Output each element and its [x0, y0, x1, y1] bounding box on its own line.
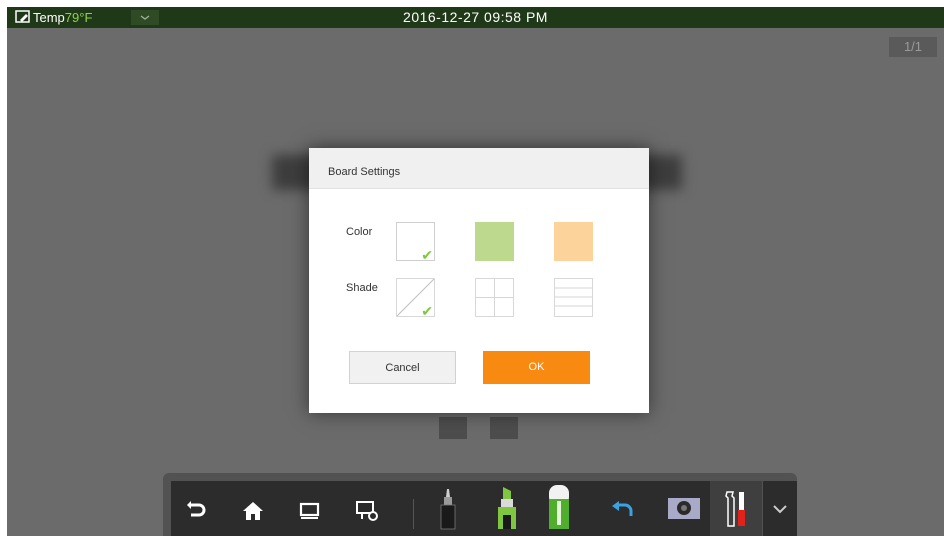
board-settings-dialog: Board Settings Color ✔ Shade ✔ Cancel OK	[309, 148, 649, 413]
bottom-toolbar	[163, 473, 797, 536]
eraser-icon[interactable]	[547, 483, 571, 531]
page-indicator[interactable]: 1/1	[889, 37, 937, 57]
shade-lines-option[interactable]	[554, 278, 593, 317]
grid-icon	[476, 279, 513, 316]
prev-page-arrow	[439, 417, 467, 439]
shade-diagonal-option[interactable]: ✔	[396, 278, 435, 319]
color-orange-swatch[interactable]	[554, 222, 593, 261]
dialog-title: Board Settings	[328, 166, 401, 178]
home-icon[interactable]	[242, 501, 264, 521]
screen-icon[interactable]	[299, 501, 321, 521]
dialog-header: Board Settings	[309, 148, 649, 189]
check-icon: ✔	[421, 303, 433, 319]
pen-icon[interactable]	[439, 487, 457, 531]
color-label: Color	[346, 226, 373, 238]
toolbar-divider	[413, 499, 414, 529]
shade-label: Shade	[346, 282, 378, 294]
toolbar-tools	[171, 481, 710, 536]
datetime: 2016-12-27 09:58 PM	[403, 9, 548, 25]
ok-button[interactable]: OK	[483, 351, 590, 384]
next-page-arrow	[490, 417, 518, 439]
cancel-button[interactable]: Cancel	[349, 351, 456, 384]
whiteboard-screen: Temp79°F 2016-12-27 09:58 PM 1/1 Board S…	[7, 7, 944, 536]
tools-icon	[725, 491, 745, 527]
check-icon: ✔	[421, 247, 433, 263]
highlighter-icon[interactable]	[497, 485, 517, 531]
status-bar: Temp79°F 2016-12-27 09:58 PM	[7, 7, 944, 28]
color-white-swatch[interactable]: ✔	[396, 222, 435, 263]
shade-grid-option[interactable]	[475, 278, 514, 317]
color-green-swatch[interactable]	[475, 222, 514, 261]
exit-icon[interactable]	[185, 501, 207, 521]
settings-icon[interactable]	[356, 500, 380, 522]
toolbar-expand-button[interactable]	[763, 481, 797, 536]
tools-button[interactable]	[710, 481, 762, 536]
lines-icon	[555, 287, 592, 307]
undo-icon[interactable]	[610, 501, 634, 519]
camera-icon[interactable]	[667, 495, 701, 521]
chevron-down-icon	[773, 505, 787, 514]
